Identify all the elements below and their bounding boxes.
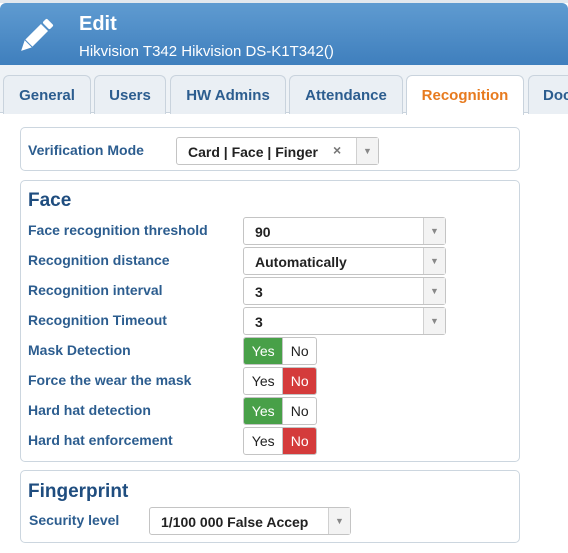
face-threshold-value: 90	[255, 224, 271, 240]
tab-attendance[interactable]: Attendance	[289, 75, 403, 114]
chevron-down-icon[interactable]: ▼	[423, 218, 445, 244]
recognition-timeout-label: Recognition Timeout	[28, 312, 167, 328]
face-panel: Face Face recognition threshold 90 ▼ Rec…	[20, 180, 520, 462]
face-threshold-label: Face recognition threshold	[28, 222, 208, 238]
force-mask-yes[interactable]: Yes	[244, 368, 284, 394]
recognition-distance-value: Automatically	[255, 254, 347, 270]
recognition-distance-label: Recognition distance	[28, 252, 170, 268]
tab-users[interactable]: Users	[94, 75, 166, 114]
mask-detection-yes[interactable]: Yes	[244, 338, 284, 364]
mask-detection-label: Mask Detection	[28, 342, 131, 358]
force-mask-no[interactable]: No	[283, 368, 316, 394]
hard-hat-enforcement-label: Hard hat enforcement	[28, 432, 173, 448]
recognition-distance-select[interactable]: Automatically ▼	[243, 247, 446, 275]
tab-hw-admins[interactable]: HW Admins	[170, 75, 286, 114]
chevron-down-icon[interactable]: ▼	[356, 138, 378, 164]
hard-hat-enforcement-no[interactable]: No	[283, 428, 316, 454]
verification-mode-select[interactable]: Card | Face | Finger × ▼	[176, 137, 379, 165]
face-section-title: Face	[28, 190, 72, 211]
verification-mode-label: Verification Mode	[28, 142, 144, 158]
tab-general[interactable]: General	[3, 75, 91, 114]
hard-hat-enforcement-yes[interactable]: Yes	[244, 428, 284, 454]
security-level-label: Security level	[29, 512, 120, 528]
mask-detection-no[interactable]: No	[283, 338, 316, 364]
device-name: Hikvision T342 Hikvision DS-K1T342()	[79, 43, 334, 60]
chevron-down-icon[interactable]: ▼	[423, 278, 445, 304]
dialog-header: Edit Hikvision T342 Hikvision DS-K1T342(…	[0, 3, 568, 65]
force-mask-toggle: Yes No	[243, 367, 317, 395]
hard-hat-enforcement-toggle: Yes No	[243, 427, 317, 455]
face-threshold-select[interactable]: 90 ▼	[243, 217, 446, 245]
hard-hat-detection-no[interactable]: No	[283, 398, 316, 424]
hard-hat-detection-label: Hard hat detection	[28, 402, 151, 418]
recognition-interval-select[interactable]: 3 ▼	[243, 277, 446, 305]
fingerprint-panel: Fingerprint Security level 1/100 000 Fal…	[20, 470, 520, 543]
recognition-interval-value: 3	[255, 284, 263, 300]
chevron-down-icon[interactable]: ▼	[423, 248, 445, 274]
chevron-down-icon[interactable]: ▼	[423, 308, 445, 334]
verification-panel: Verification Mode Card | Face | Finger ×…	[20, 127, 520, 171]
fingerprint-section-title: Fingerprint	[28, 481, 129, 502]
force-mask-label: Force the wear the mask	[28, 372, 192, 388]
pencil-icon	[21, 18, 54, 51]
chevron-down-icon[interactable]: ▼	[328, 508, 350, 534]
hard-hat-detection-toggle: Yes No	[243, 397, 317, 425]
mask-detection-toggle: Yes No	[243, 337, 317, 365]
tab-recognition[interactable]: Recognition	[406, 75, 524, 115]
tab-bar: General Users HW Admins Attendance Recog…	[0, 65, 568, 115]
security-level-select[interactable]: 1/100 000 False Accep ▼	[149, 507, 351, 535]
recognition-timeout-value: 3	[255, 314, 263, 330]
recognition-interval-label: Recognition interval	[28, 282, 163, 298]
verification-mode-value: Card | Face | Finger	[188, 144, 318, 160]
hard-hat-detection-yes[interactable]: Yes	[244, 398, 284, 424]
close-icon[interactable]: ×	[333, 142, 341, 158]
dialog-title: Edit	[79, 13, 117, 35]
recognition-timeout-select[interactable]: 3 ▼	[243, 307, 446, 335]
security-level-value: 1/100 000 False Accep	[161, 514, 309, 530]
tab-doc[interactable]: Doc	[528, 75, 568, 114]
